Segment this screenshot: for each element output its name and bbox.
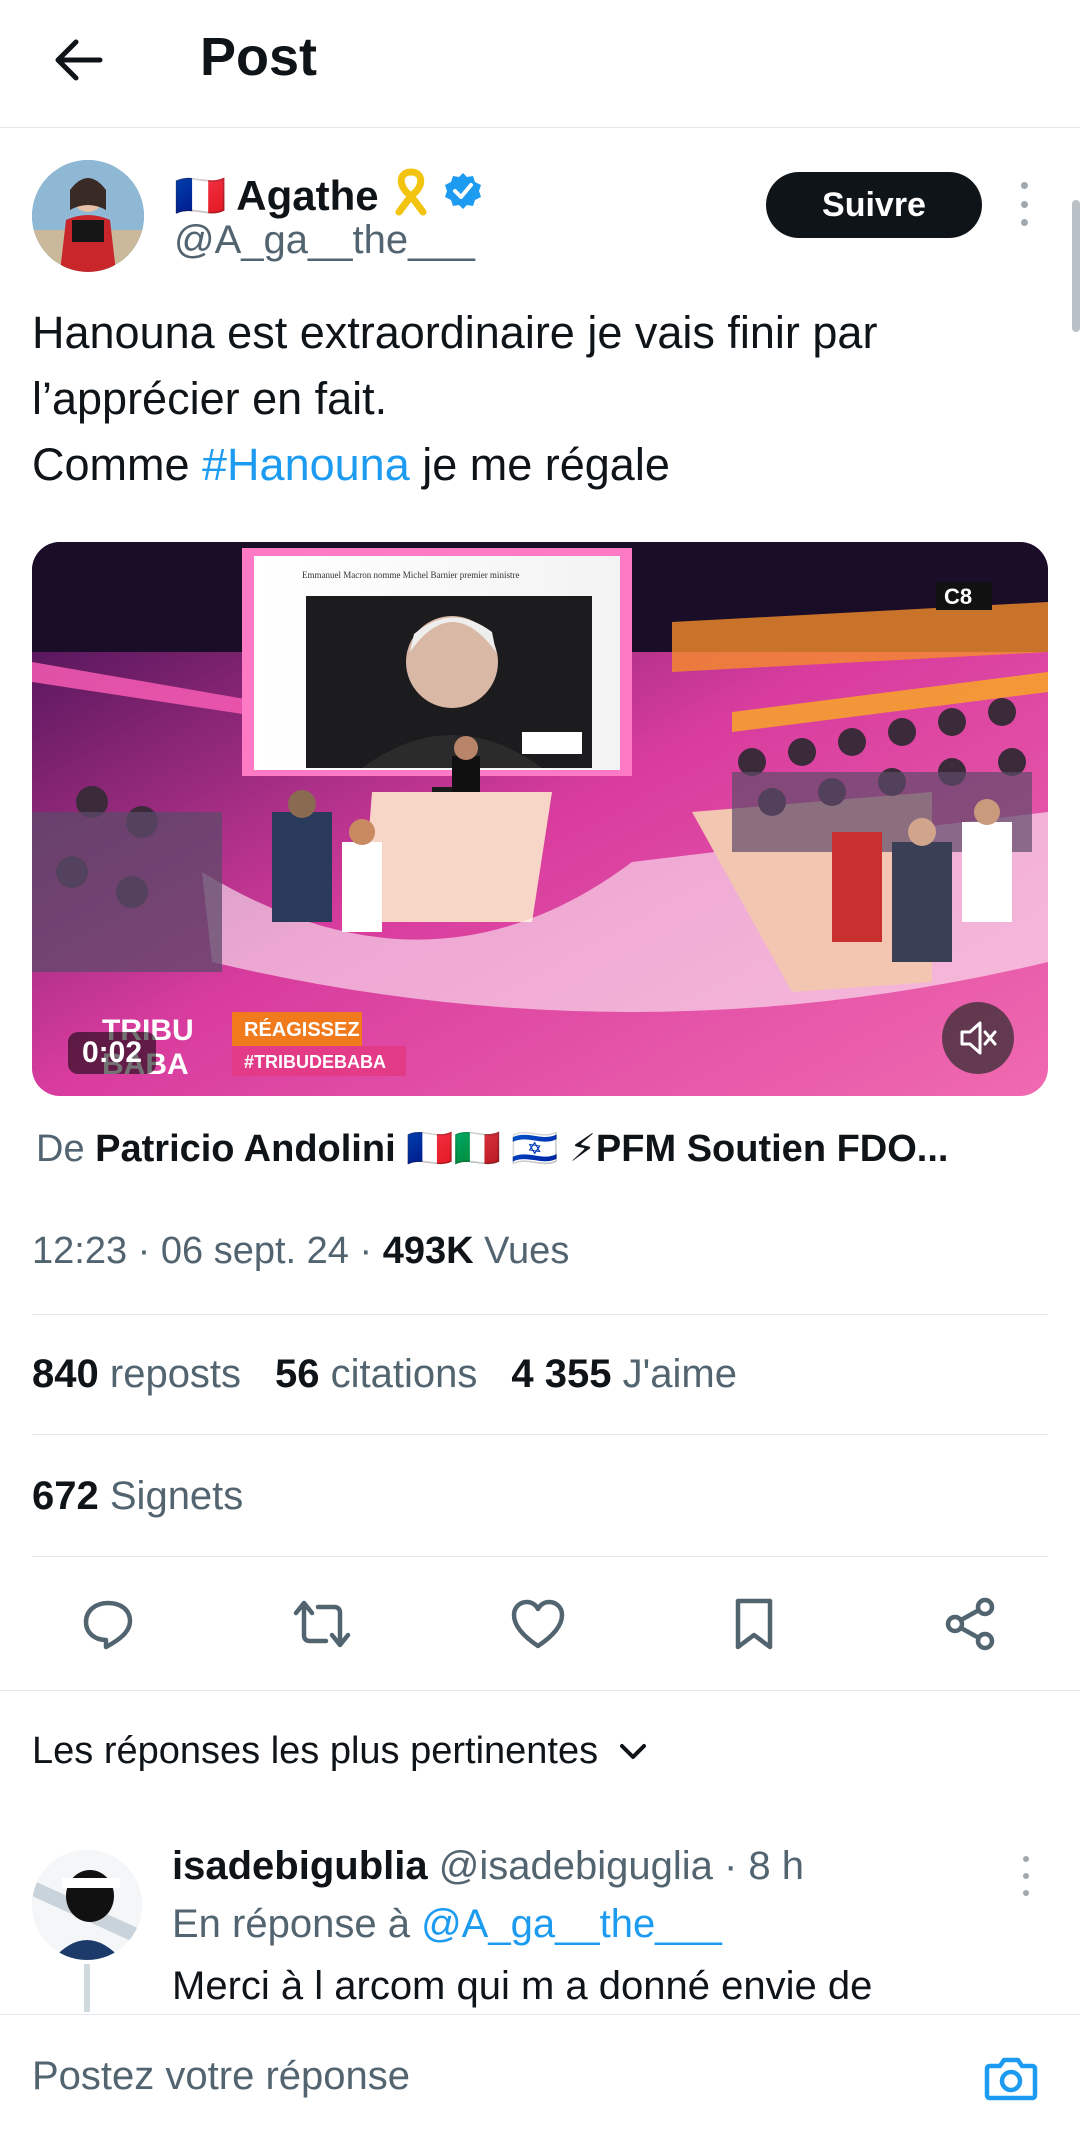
- top-bar: Post: [0, 0, 1080, 128]
- author-avatar[interactable]: [32, 160, 144, 272]
- chevron-down-icon: [620, 1743, 647, 1759]
- reply-icon[interactable]: [78, 1594, 138, 1654]
- author-name: Agathe: [236, 172, 379, 219]
- reply-avatar[interactable]: [32, 1850, 142, 1960]
- views-count: 493K: [382, 1230, 474, 1272]
- thread-line: [84, 1964, 90, 2012]
- back-arrow-icon[interactable]: [40, 22, 116, 98]
- replies-sort-dropdown[interactable]: Les réponses les plus pertinentes: [32, 1730, 648, 1773]
- divider: [32, 1434, 1048, 1435]
- reply-author-name[interactable]: isadebigublia: [172, 1844, 428, 1888]
- video-source[interactable]: De Patricio Andolini 🇫🇷🇮🇹 🇮🇱 ⚡PFM Soutie…: [36, 1126, 1046, 1171]
- reply-text: Merci à l arcom qui m a donné envie de: [172, 1964, 873, 2008]
- page-title: Post: [200, 27, 318, 87]
- replies-sort-label: Les réponses les plus pertinentes: [32, 1730, 599, 1772]
- headline-text: Emmanuel Macron nomme Michel Barnier pre…: [302, 570, 519, 580]
- more-options-icon[interactable]: [1010, 182, 1038, 226]
- video-frame: Emmanuel Macron nomme Michel Barnier pre…: [32, 542, 1048, 1096]
- post-text-line: Hanouna est extraordinaire je vais finir…: [32, 307, 878, 358]
- bookmark-icon[interactable]: [724, 1594, 784, 1654]
- follow-button[interactable]: Suivre: [766, 172, 982, 238]
- author-handle[interactable]: @A_ga__the___: [174, 218, 475, 263]
- section-divider: [0, 1690, 1080, 1691]
- banner-top-text: RÉAGISSEZ: [244, 1018, 360, 1041]
- reply-author-handle[interactable]: @isadebiguglia: [439, 1844, 713, 1888]
- divider: [32, 1314, 1048, 1315]
- like-icon[interactable]: [508, 1594, 568, 1654]
- post-meta: 12:23 · 06 sept. 24 · 493K Vues: [32, 1230, 570, 1272]
- reply-more-options-icon[interactable]: [1016, 1856, 1036, 1896]
- post-date: 06 sept. 24: [160, 1230, 349, 1272]
- bookmarks-stat: 672 Signets: [32, 1474, 244, 1518]
- post-text: Hanouna est extraordinaire je vais finir…: [32, 300, 1042, 498]
- author-name-row[interactable]: 🇫🇷 Agathe: [174, 168, 483, 224]
- action-bar: [0, 1580, 1080, 1668]
- france-flag: 🇫🇷: [174, 171, 227, 219]
- video-timecode: 0:02: [68, 1032, 157, 1074]
- yellow-ribbon-icon: [389, 166, 433, 226]
- engagement-stats: 840 reposts 56 citations 4 355 J'aime: [32, 1352, 737, 1397]
- share-icon[interactable]: [940, 1594, 1000, 1654]
- reply-age: 8 h: [748, 1844, 805, 1888]
- mention-link[interactable]: @A_ga__the___: [421, 1902, 722, 1946]
- channel-logo: C8: [944, 584, 972, 609]
- reply-header[interactable]: isadebigublia @isadebiguglia · 8 h: [172, 1844, 804, 1889]
- repost-icon[interactable]: [292, 1594, 352, 1654]
- reply-input[interactable]: [32, 2041, 932, 2111]
- divider: [32, 1556, 1048, 1557]
- likes-stat[interactable]: 4 355 J'aime: [511, 1352, 737, 1397]
- scrollbar[interactable]: [1072, 200, 1080, 332]
- hashtag-link[interactable]: #Hanouna: [202, 439, 410, 490]
- quotes-stat[interactable]: 56 citations: [275, 1352, 477, 1397]
- verified-badge-icon: [443, 171, 483, 221]
- mute-icon[interactable]: [942, 1002, 1014, 1074]
- source-account-name[interactable]: Patricio Andolini 🇫🇷🇮🇹 🇮🇱 ⚡PFM Soutien F…: [95, 1128, 948, 1170]
- camera-icon[interactable]: [982, 2049, 1040, 2107]
- reply-composer: [0, 2014, 1080, 2136]
- post-time: 12:23: [32, 1230, 128, 1272]
- video-player[interactable]: Emmanuel Macron nomme Michel Barnier pre…: [32, 542, 1048, 1096]
- banner-bottom-text: #TRIBUDEBABA: [244, 1052, 386, 1072]
- reposts-stat[interactable]: 840 reposts: [32, 1352, 241, 1397]
- post-text-line: Comme #Hanouna je me régale: [32, 439, 670, 490]
- views-label: Vues: [484, 1230, 570, 1272]
- post-text-line: l’apprécier en fait.: [32, 373, 388, 424]
- replying-to: En réponse à @A_ga__the___: [172, 1902, 722, 1946]
